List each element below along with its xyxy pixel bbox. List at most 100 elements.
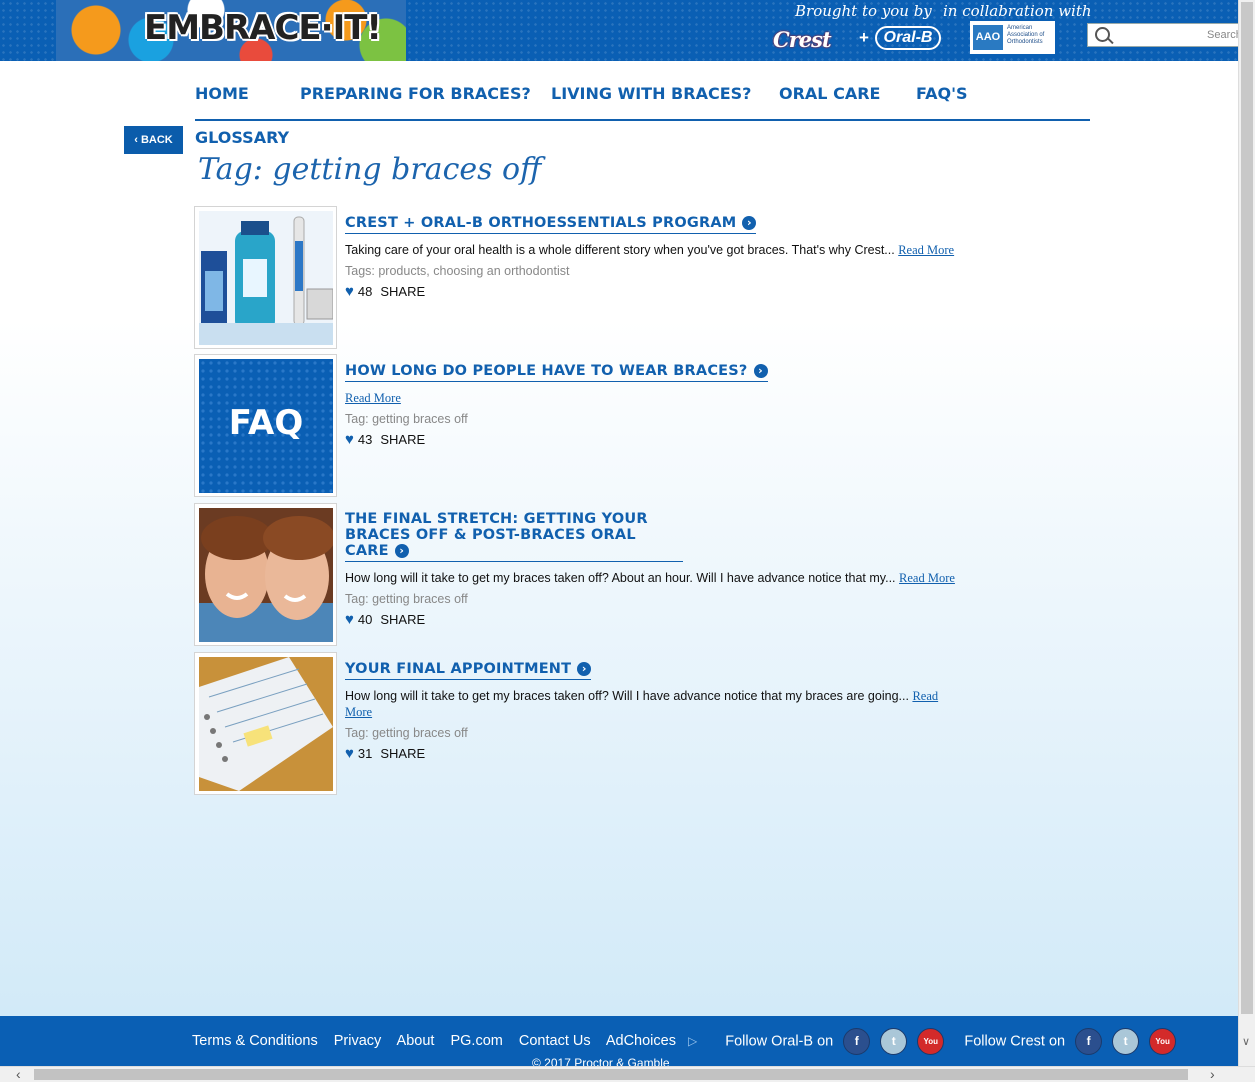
search-icon[interactable] bbox=[1095, 27, 1110, 42]
article-tags: Tag: getting braces off bbox=[345, 592, 468, 606]
read-more-link[interactable]: Read More bbox=[898, 243, 954, 257]
footer-link-about[interactable]: About bbox=[397, 1033, 435, 1049]
adchoices-icon: ▷ bbox=[687, 1034, 698, 1049]
article-tags: Tags: products, choosing an orthodontist bbox=[345, 264, 570, 278]
scroll-right-icon[interactable]: › bbox=[1210, 1066, 1215, 1082]
read-more-link[interactable]: Read More bbox=[899, 571, 955, 585]
like-count: 43 bbox=[357, 432, 373, 447]
article-title[interactable]: THE FINAL STRETCH: GETTING YOUR BRACES O… bbox=[345, 511, 683, 562]
arrow-right-icon[interactable]: › bbox=[742, 216, 757, 230]
article-item: FAQ HOW LONG DO PEOPLE HAVE TO WEAR BRAC… bbox=[194, 354, 974, 497]
embrace-it-logo[interactable]: EMBRACE·IT! bbox=[56, 0, 406, 61]
follow-oral-b-label: Follow Oral-B on bbox=[725, 1033, 834, 1050]
article-title[interactable]: HOW LONG DO PEOPLE HAVE TO WEAR BRACES? › bbox=[345, 363, 768, 382]
article-tags: Tag: getting braces off bbox=[345, 412, 468, 426]
twitter-icon[interactable]: t bbox=[880, 1028, 908, 1055]
site-footer: Terms & Conditions Privacy About PG.com … bbox=[0, 1016, 1238, 1066]
read-more-link[interactable]: Read More bbox=[345, 391, 401, 405]
logo-wordmark: EMBRACE·IT! bbox=[144, 8, 382, 48]
article-likes: ♥ 40 SHARE bbox=[345, 611, 965, 628]
nav-oral-care[interactable]: ORAL CARE bbox=[779, 84, 880, 103]
share-button[interactable]: SHARE bbox=[380, 432, 425, 447]
brought-to-you-by: Brought to you by bbox=[795, 2, 932, 20]
scroll-down-icon[interactable]: ∨ bbox=[1242, 1035, 1250, 1048]
twitter-icon[interactable]: t bbox=[1112, 1028, 1140, 1055]
heart-icon[interactable]: ♥ bbox=[345, 431, 354, 448]
footer-link-pg[interactable]: PG.com bbox=[450, 1033, 502, 1049]
youtube-icon[interactable]: You bbox=[1149, 1028, 1177, 1055]
article-body: CREST + ORAL-B ORTHOESSENTIALS PROGRAM › … bbox=[345, 214, 965, 300]
heart-icon[interactable]: ♥ bbox=[345, 611, 354, 628]
page-title: Tag: getting braces off bbox=[198, 152, 542, 187]
article-item: CREST + ORAL-B ORTHOESSENTIALS PROGRAM › … bbox=[194, 206, 974, 349]
share-button[interactable]: SHARE bbox=[380, 284, 425, 299]
nav-preparing-for-braces[interactable]: PREPARING FOR BRACES? bbox=[300, 84, 531, 103]
footer-link-adchoices[interactable]: AdChoices ▷ bbox=[606, 1033, 709, 1049]
arrow-right-icon[interactable]: › bbox=[577, 662, 592, 676]
main-nav: HOME PREPARING FOR BRACES? LIVING WITH B… bbox=[195, 82, 1090, 121]
search-box[interactable]: Search bbox=[1087, 23, 1238, 47]
article-likes: ♥ 43 SHARE bbox=[345, 431, 965, 448]
planner-photo bbox=[199, 657, 333, 791]
article-excerpt: How long will it take to get my braces t… bbox=[345, 689, 939, 719]
faq-image: FAQ bbox=[199, 359, 333, 493]
facebook-icon[interactable]: f bbox=[843, 1028, 871, 1055]
nav-living-with-braces[interactable]: LIVING WITH BRACES? bbox=[551, 84, 751, 103]
aao-mark: AAO bbox=[973, 25, 1003, 50]
article-thumbnail[interactable] bbox=[194, 652, 337, 795]
footer-link-contact[interactable]: Contact Us bbox=[519, 1033, 591, 1049]
in-collaboration-with: in collabration with bbox=[943, 2, 1092, 20]
oral-b-logo[interactable]: Oral-B bbox=[875, 26, 941, 50]
article-likes: ♥ 31 SHARE bbox=[345, 745, 965, 762]
like-count: 31 bbox=[357, 746, 373, 761]
copyright: © 2017 Proctor & Gamble bbox=[532, 1056, 670, 1066]
search-input[interactable]: Search bbox=[1207, 29, 1238, 41]
article-body: YOUR FINAL APPOINTMENT › How long will it… bbox=[345, 660, 965, 762]
article-tags: Tag: getting braces off bbox=[345, 726, 468, 740]
vertical-scrollbar[interactable]: ∨ bbox=[1238, 0, 1255, 1066]
heart-icon[interactable]: ♥ bbox=[345, 283, 354, 300]
scrollbar-thumb[interactable] bbox=[1241, 2, 1253, 1014]
follow-crest-label: Follow Crest on bbox=[964, 1033, 1066, 1050]
scroll-left-icon[interactable]: ‹ bbox=[16, 1066, 21, 1082]
article-excerpt: Read More bbox=[345, 390, 965, 406]
scrollbar-thumb[interactable] bbox=[34, 1069, 1188, 1080]
glossary-link[interactable]: GLOSSARY bbox=[195, 128, 289, 147]
page: EMBRACE·IT! Brought to you by in collabr… bbox=[0, 0, 1238, 1066]
nav-faqs[interactable]: FAQ'S bbox=[916, 84, 968, 103]
article-likes: ♥ 48 SHARE bbox=[345, 283, 965, 300]
article-item: THE FINAL STRETCH: GETTING YOUR BRACES O… bbox=[194, 503, 974, 646]
aao-logo[interactable]: AAO American Association of Orthodontist… bbox=[970, 21, 1055, 54]
horizontal-scrollbar[interactable]: ‹ › bbox=[0, 1066, 1255, 1082]
article-excerpt: How long will it take to get my braces t… bbox=[345, 571, 955, 585]
article-title[interactable]: YOUR FINAL APPOINTMENT › bbox=[345, 661, 592, 680]
back-button[interactable]: ‹ BACK bbox=[124, 126, 183, 154]
article-excerpt: Taking care of your oral health is a who… bbox=[345, 243, 955, 257]
article-thumbnail[interactable] bbox=[194, 503, 337, 646]
products-image bbox=[199, 211, 333, 345]
article-body: THE FINAL STRETCH: GETTING YOUR BRACES O… bbox=[345, 511, 965, 628]
article-item: YOUR FINAL APPOINTMENT › How long will it… bbox=[194, 652, 974, 795]
like-count: 48 bbox=[357, 284, 373, 299]
site-header: EMBRACE·IT! Brought to you by in collabr… bbox=[0, 0, 1238, 61]
article-thumbnail[interactable] bbox=[194, 206, 337, 349]
footer-links: Terms & Conditions Privacy About PG.com … bbox=[192, 1028, 1177, 1055]
youtube-icon[interactable]: You bbox=[917, 1028, 945, 1055]
article-body: HOW LONG DO PEOPLE HAVE TO WEAR BRACES? ›… bbox=[345, 362, 965, 448]
crest-logo[interactable]: Crest bbox=[773, 27, 832, 52]
arrow-right-icon[interactable]: › bbox=[394, 544, 409, 558]
heart-icon[interactable]: ♥ bbox=[345, 745, 354, 762]
plus-sign: + bbox=[859, 28, 869, 47]
share-button[interactable]: SHARE bbox=[380, 612, 425, 627]
facebook-icon[interactable]: f bbox=[1075, 1028, 1103, 1055]
arrow-right-icon[interactable]: › bbox=[753, 364, 768, 378]
article-thumbnail[interactable]: FAQ bbox=[194, 354, 337, 497]
girls-photo bbox=[199, 508, 333, 642]
aao-text: American Association of Orthodontists bbox=[1007, 25, 1045, 45]
nav-home[interactable]: HOME bbox=[195, 84, 249, 103]
footer-link-privacy[interactable]: Privacy bbox=[334, 1033, 382, 1049]
footer-link-terms[interactable]: Terms & Conditions bbox=[192, 1033, 318, 1049]
like-count: 40 bbox=[357, 612, 373, 627]
share-button[interactable]: SHARE bbox=[380, 746, 425, 761]
article-title[interactable]: CREST + ORAL-B ORTHOESSENTIALS PROGRAM › bbox=[345, 215, 757, 234]
